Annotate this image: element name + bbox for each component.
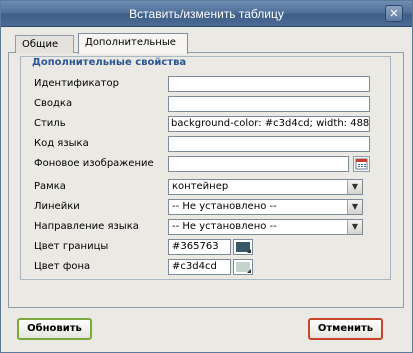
border-color-input[interactable]: #365763	[168, 239, 231, 255]
frame-select-value: контейнер	[172, 181, 229, 192]
border-color-label: Цвет границы	[34, 241, 109, 252]
chevron-down-icon[interactable]: ▼	[347, 220, 362, 234]
rules-select[interactable]: -- Не установлено -- ▼	[168, 199, 363, 215]
style-input[interactable]: background-color: #c3d4cd; width: 488px	[168, 116, 370, 132]
title-bar[interactable]: Вставить/изменить таблицу ✕	[1, 1, 412, 27]
rules-select-value: -- Не установлено --	[172, 201, 277, 212]
dir-select[interactable]: -- Не установлено -- ▼	[168, 219, 363, 235]
lang-code-input[interactable]	[168, 136, 370, 152]
bg-image-input[interactable]	[168, 156, 349, 172]
chevron-down-icon[interactable]: ▼	[347, 200, 362, 214]
cancel-button[interactable]: Отменить	[308, 318, 383, 340]
frame-select[interactable]: контейнер ▼	[168, 179, 363, 195]
browse-image-icon	[355, 158, 368, 170]
close-icon: ✕	[389, 7, 399, 20]
id-input[interactable]	[168, 76, 370, 92]
group-legend: Дополнительные свойства	[29, 57, 190, 68]
tab-advanced[interactable]: Дополнительные	[78, 33, 188, 54]
id-label: Идентификатор	[34, 78, 119, 89]
tab-general[interactable]: Общие	[15, 35, 74, 53]
style-label: Стиль	[34, 118, 66, 129]
close-button[interactable]: ✕	[385, 5, 403, 22]
bg-color-label: Цвет фона	[34, 261, 91, 272]
bg-color-picker-button[interactable]	[233, 259, 253, 275]
bg-color-input[interactable]: #c3d4cd	[168, 259, 231, 275]
chevron-down-icon[interactable]: ▼	[347, 180, 362, 194]
browse-image-button[interactable]	[353, 156, 370, 172]
picker-arrow-icon	[247, 249, 251, 253]
dialog-title: Вставить/изменить таблицу	[129, 7, 284, 21]
update-button[interactable]: Обновить	[17, 318, 92, 340]
picker-arrow-icon	[247, 269, 251, 273]
bg-image-label: Фоновое изображение	[34, 158, 154, 169]
summary-input[interactable]	[168, 96, 370, 112]
lang-code-label: Код языка	[34, 138, 89, 149]
dir-label: Направление языка	[34, 221, 139, 232]
dir-select-value: -- Не установлено --	[172, 221, 277, 232]
frame-label: Рамка	[34, 181, 66, 192]
border-color-picker-button[interactable]	[233, 239, 253, 255]
summary-label: Сводка	[34, 98, 73, 109]
rules-label: Линейки	[34, 201, 80, 212]
